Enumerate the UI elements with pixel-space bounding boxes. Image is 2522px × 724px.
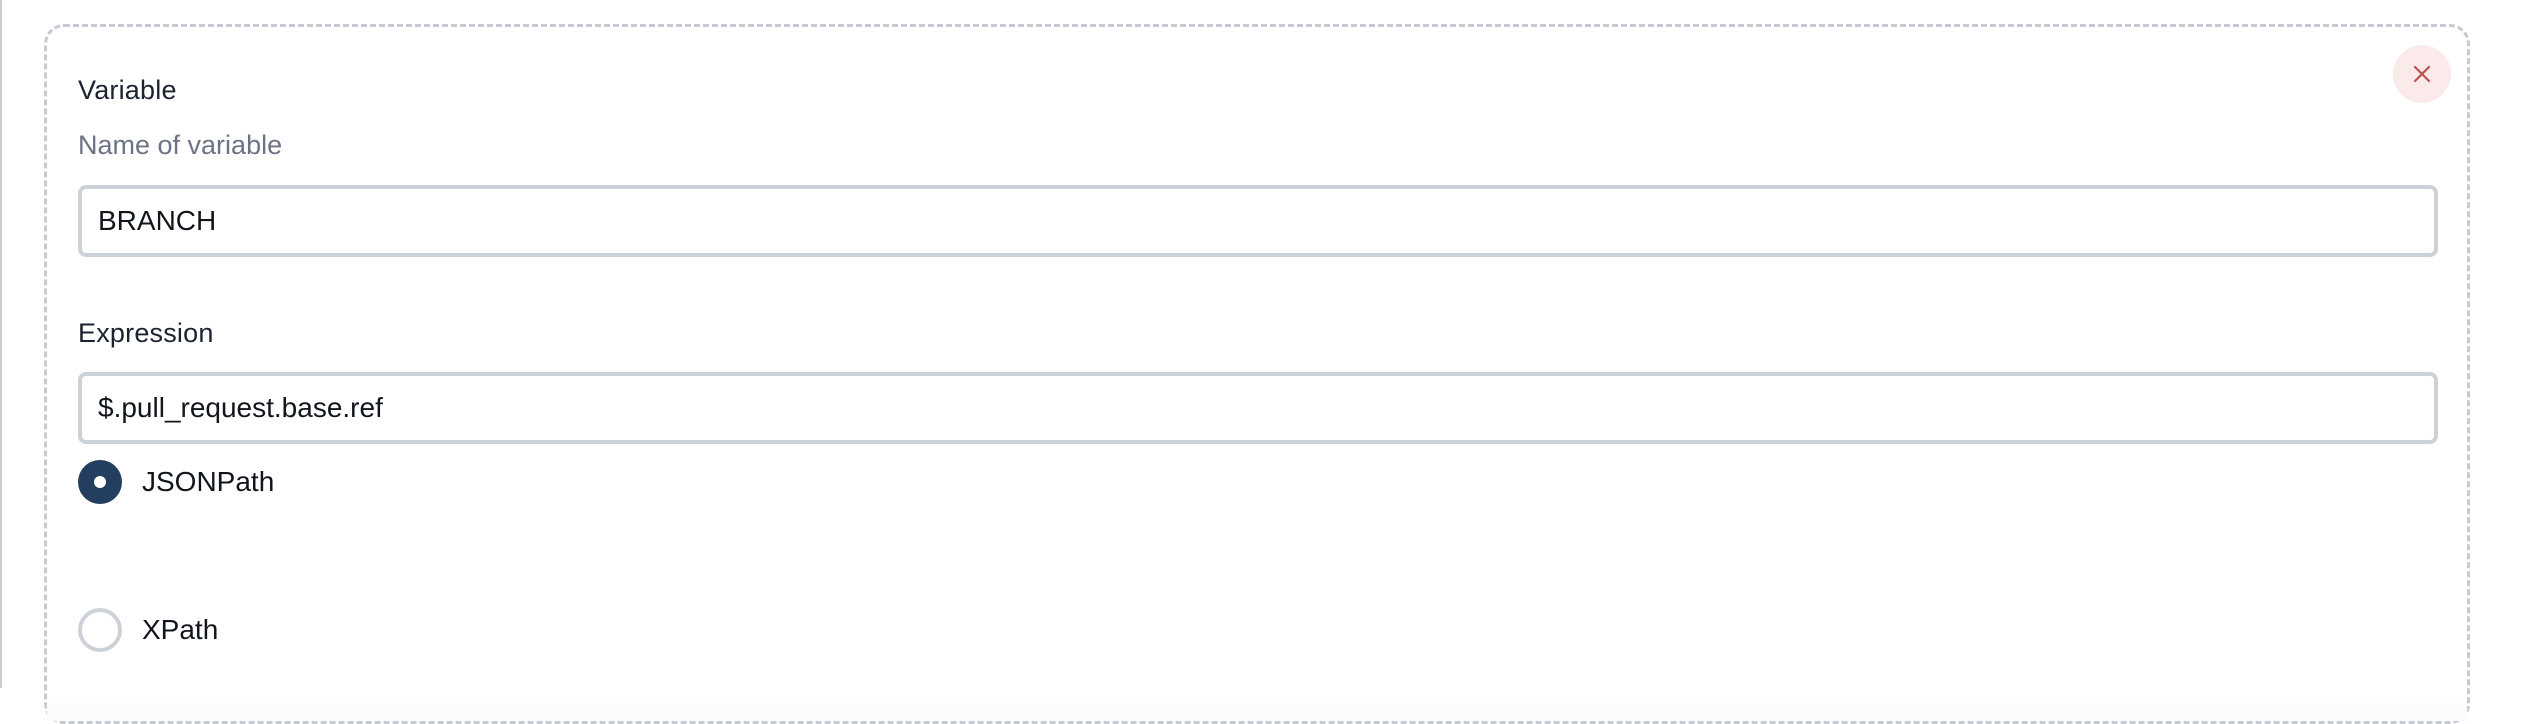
radio-option-xpath[interactable]: XPath [78, 608, 218, 652]
page-left-edge [0, 0, 2, 688]
variable-help-text: Name of variable [78, 130, 283, 160]
expression-input[interactable] [78, 372, 2438, 444]
expression-label: Expression [78, 318, 214, 348]
radio-label-jsonpath: JSONPath [142, 466, 275, 497]
radio-checked-dot [94, 476, 106, 488]
close-icon [2413, 65, 2431, 83]
radio-jsonpath[interactable] [78, 460, 122, 504]
card-bottom-area [47, 703, 2467, 721]
radio-option-jsonpath[interactable]: JSONPath [78, 460, 274, 504]
radio-xpath[interactable] [78, 608, 122, 652]
variable-name-input[interactable] [78, 185, 2438, 257]
variable-label: Variable [78, 75, 177, 105]
remove-variable-button[interactable] [2393, 45, 2451, 103]
radio-label-xpath: XPath [142, 614, 219, 645]
